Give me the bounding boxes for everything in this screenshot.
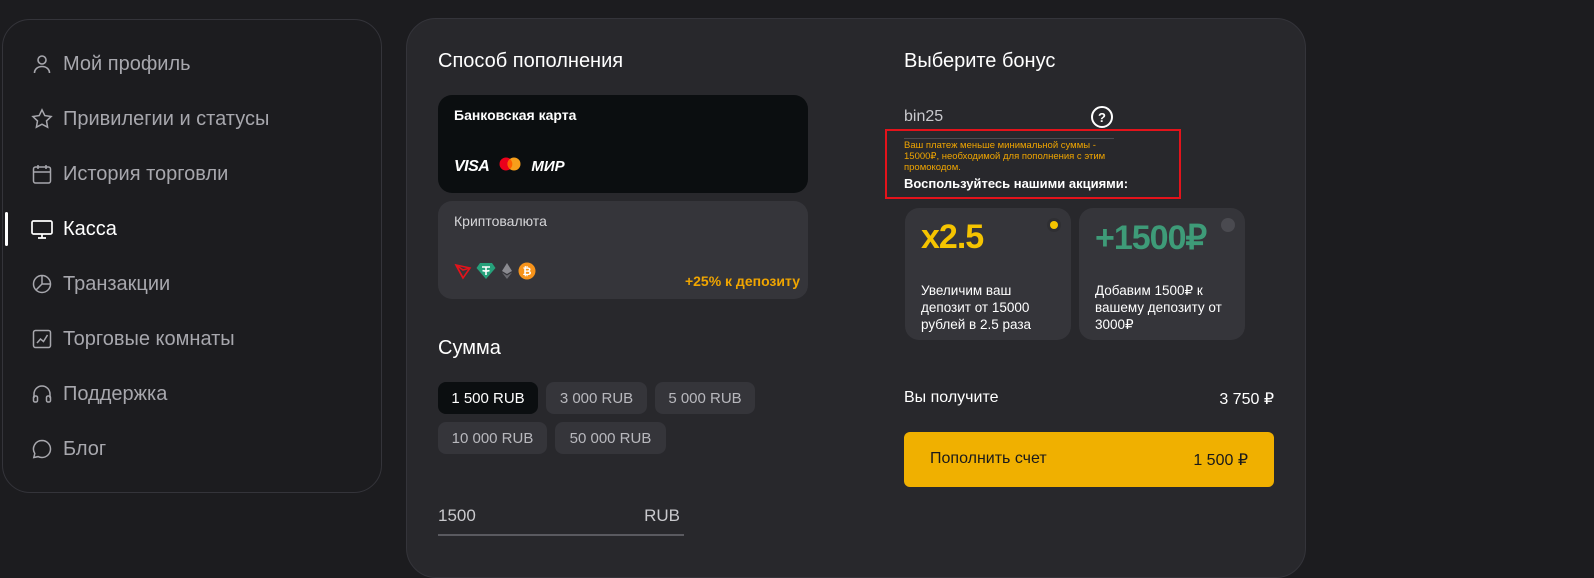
offer-card-fixed-bonus[interactable]: +1500₽ Добавим 1500₽ к вашему депозиту о… bbox=[1079, 208, 1245, 340]
help-icon[interactable]: ? bbox=[1091, 106, 1113, 128]
mastercard-icon bbox=[499, 157, 521, 176]
monitor-icon bbox=[31, 218, 53, 240]
svg-text:₿: ₿ bbox=[523, 266, 532, 278]
active-indicator bbox=[5, 212, 8, 246]
amount-title: Сумма bbox=[438, 337, 501, 359]
sidebar-item-cashier[interactable]: Касса bbox=[31, 211, 117, 247]
offer-radio-selected[interactable] bbox=[1047, 218, 1061, 232]
amount-chip-5000[interactable]: 5 000 RUB bbox=[655, 382, 755, 414]
amount-chip-3000[interactable]: 3 000 RUB bbox=[546, 382, 647, 414]
star-icon bbox=[31, 108, 53, 130]
calendar-icon bbox=[31, 163, 53, 185]
sidebar-item-support[interactable]: Поддержка bbox=[31, 376, 167, 412]
chat-icon bbox=[31, 438, 53, 460]
promo-warning: Ваш платеж меньше минимальной суммы - 15… bbox=[904, 140, 1106, 173]
crypto-logos: ₿ bbox=[454, 262, 536, 285]
sidebar-item-profile[interactable]: Мой профиль bbox=[31, 46, 191, 82]
user-icon bbox=[31, 53, 53, 75]
tron-icon bbox=[454, 262, 472, 285]
amount-input-value: 1500 bbox=[438, 506, 476, 525]
offer-radio[interactable] bbox=[1221, 218, 1235, 232]
sidebar-item-trading-rooms[interactable]: Торговые комнаты bbox=[31, 321, 235, 357]
sidebar-nav: Мой профиль Привилегии и статусы История… bbox=[2, 19, 382, 493]
sidebar-item-label: История торговли bbox=[63, 162, 229, 185]
sidebar-item-privileges[interactable]: Привилегии и статусы bbox=[31, 101, 269, 137]
amount-chip-1500[interactable]: 1 500 RUB bbox=[438, 382, 538, 414]
mir-logo: МИР bbox=[531, 158, 565, 175]
sidebar-item-label: Касса bbox=[63, 217, 117, 240]
payment-method-title: Способ пополнения bbox=[438, 50, 624, 72]
sidebar-item-label: Блог bbox=[63, 437, 107, 460]
promo-code-value: bin25 bbox=[904, 108, 944, 125]
offer-description: Добавим 1500₽ к вашему депозиту от 3000₽ bbox=[1095, 283, 1222, 332]
amount-input[interactable]: 1500 RUB bbox=[438, 500, 684, 536]
amount-chip-10000[interactable]: 10 000 RUB bbox=[438, 422, 547, 454]
ethereum-icon bbox=[500, 262, 514, 285]
deposit-button-amount: 1 500 ₽ bbox=[1193, 452, 1248, 469]
bonus-title: Выберите бонус bbox=[904, 50, 1056, 72]
bank-card-label: Банковская карта bbox=[454, 107, 577, 123]
tether-icon bbox=[476, 262, 496, 285]
headphones-icon bbox=[31, 383, 53, 405]
visa-logo: VISA bbox=[454, 157, 490, 175]
deposit-button-label: Пополнить счет bbox=[930, 450, 1047, 467]
bank-card-option[interactable]: Банковская карта VISA МИР bbox=[438, 95, 808, 193]
bitcoin-icon: ₿ bbox=[518, 262, 536, 285]
deposit-button[interactable]: Пополнить счет 1 500 ₽ bbox=[904, 432, 1274, 487]
sidebar-item-trade-history[interactable]: История торговли bbox=[31, 156, 228, 192]
receive-value: 3 750 ₽ bbox=[1219, 391, 1274, 408]
offer-big-text: x2.5 bbox=[921, 218, 984, 256]
offer-big-text: +1500₽ bbox=[1095, 219, 1207, 257]
sidebar-item-transactions[interactable]: Транзакции bbox=[31, 266, 170, 302]
crypto-label: Криптовалюта bbox=[454, 213, 547, 229]
amount-input-currency: RUB bbox=[644, 506, 680, 525]
chart-icon bbox=[31, 328, 53, 350]
receive-label: Вы получите bbox=[904, 389, 999, 406]
sidebar-item-label: Мой профиль bbox=[63, 52, 191, 75]
sidebar-item-blog[interactable]: Блог bbox=[31, 431, 106, 467]
offer-description: Увеличим ваш депозит от 15000 рублей в 2… bbox=[921, 283, 1032, 332]
sidebar-item-label: Поддержка bbox=[63, 382, 168, 405]
crypto-option[interactable]: Криптовалюта ₿ +25% к депозиту bbox=[438, 201, 808, 299]
payment-logos: VISA МИР bbox=[454, 157, 565, 176]
offer-card-multiplier[interactable]: x2.5 Увеличим ваш депозит от 15000 рубле… bbox=[905, 208, 1071, 340]
amount-chip-50000[interactable]: 50 000 RUB bbox=[555, 422, 666, 454]
pie-chart-icon bbox=[31, 273, 53, 295]
sidebar-item-label: Транзакции bbox=[63, 272, 171, 295]
sidebar-item-label: Привилегии и статусы bbox=[63, 107, 270, 130]
sidebar-item-label: Торговые комнаты bbox=[63, 327, 235, 350]
crypto-bonus-badge: +25% к депозиту bbox=[684, 273, 800, 289]
promo-call-to-action: Воспользуйтесь нашими акциями: bbox=[904, 176, 1129, 191]
